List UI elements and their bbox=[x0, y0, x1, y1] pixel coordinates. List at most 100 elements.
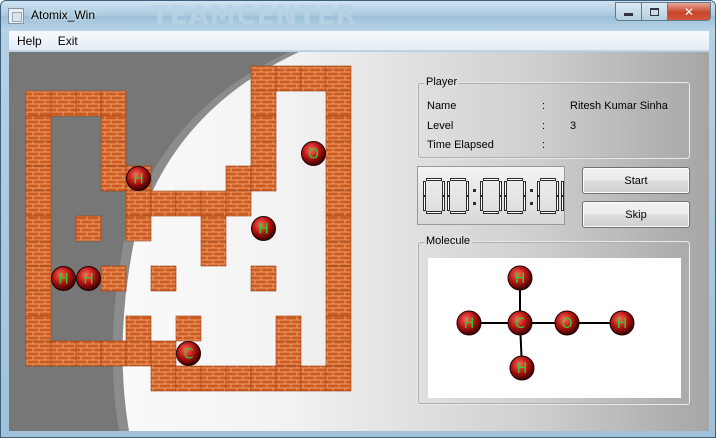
wall-brick bbox=[125, 315, 152, 342]
wall-brick bbox=[225, 190, 252, 217]
atom-symbol: H bbox=[133, 172, 144, 188]
player-level-row: Level : 3 bbox=[427, 120, 576, 132]
menu-bar: Help Exit bbox=[9, 31, 709, 51]
timer-colon-dot bbox=[530, 202, 533, 205]
molecule-preview: H H C O H H bbox=[428, 258, 681, 398]
timer-segment-inner bbox=[424, 197, 425, 210]
atom-o[interactable]: O bbox=[301, 141, 326, 166]
wall-brick bbox=[325, 215, 352, 242]
timer-segment-inner bbox=[538, 197, 539, 210]
wall-brick bbox=[200, 215, 227, 242]
molecule-atom-o: O bbox=[554, 310, 580, 336]
window-title: Atomix_Win bbox=[31, 8, 96, 22]
menu-exit[interactable]: Exit bbox=[50, 34, 86, 48]
wall-brick bbox=[200, 190, 227, 217]
wall-brick bbox=[250, 90, 277, 117]
timer-colon-dot bbox=[473, 189, 476, 192]
timer-segment-inner bbox=[451, 212, 465, 213]
wall-brick bbox=[325, 240, 352, 267]
wall-brick bbox=[250, 165, 277, 192]
atom-symbol: H bbox=[258, 222, 269, 238]
wall-brick bbox=[225, 165, 252, 192]
minimize-button[interactable] bbox=[615, 2, 641, 21]
molecule-atom-symbol: O bbox=[561, 316, 572, 332]
timer-segment-inner bbox=[524, 197, 525, 210]
atom-h[interactable]: H bbox=[76, 266, 101, 291]
wall-brick bbox=[325, 165, 352, 192]
close-icon: ✕ bbox=[683, 4, 695, 19]
timer-segment-inner bbox=[448, 182, 449, 195]
timer-segment-inner bbox=[508, 212, 522, 213]
wall-brick bbox=[25, 290, 52, 317]
player-level-value: 3 bbox=[570, 120, 577, 132]
wall-brick bbox=[325, 340, 352, 367]
timer-colon-dot bbox=[473, 202, 476, 205]
atom-symbol: H bbox=[83, 272, 94, 288]
timer-segment-inner bbox=[505, 197, 506, 210]
timer-segment-inner bbox=[443, 197, 444, 210]
timer-segment bbox=[540, 195, 556, 198]
wall-brick bbox=[325, 140, 352, 167]
atom-h[interactable]: H bbox=[126, 166, 151, 191]
timer-segment-inner bbox=[541, 179, 555, 180]
game-board[interactable]: HOHH HC bbox=[9, 52, 409, 431]
timer-segment-inner bbox=[451, 179, 465, 180]
molecule-atom-symbol: H bbox=[517, 361, 528, 377]
timer-segment bbox=[450, 195, 466, 198]
skip-button[interactable]: Skip bbox=[582, 201, 690, 228]
menu-help[interactable]: Help bbox=[9, 34, 50, 48]
wall-brick bbox=[25, 190, 52, 217]
menu-exit-label: Exit bbox=[57, 33, 78, 48]
atom-symbol: C bbox=[184, 347, 194, 363]
wall-brick bbox=[75, 90, 102, 117]
timer-segment-inner bbox=[505, 182, 506, 195]
atom-h[interactable]: H bbox=[51, 266, 76, 291]
wall-brick bbox=[250, 265, 277, 292]
wall-brick bbox=[250, 65, 277, 92]
wall-brick bbox=[200, 365, 227, 392]
timer-segment-inner bbox=[427, 212, 441, 213]
timer-segment-inner bbox=[424, 182, 425, 195]
timer-segment-inner bbox=[443, 182, 444, 195]
timer-segment-inner bbox=[508, 179, 522, 180]
title-watermark: TEAMCENTER bbox=[151, 1, 357, 31]
wall-brick bbox=[275, 340, 302, 367]
wall-brick bbox=[25, 215, 52, 242]
wall-brick bbox=[275, 65, 302, 92]
timer-segment-inner bbox=[562, 182, 563, 195]
wall-brick bbox=[150, 340, 177, 367]
timer-segment bbox=[483, 195, 499, 198]
wall-brick bbox=[125, 215, 152, 242]
wall-brick bbox=[300, 65, 327, 92]
timer-digits bbox=[423, 178, 583, 214]
wall-brick bbox=[250, 115, 277, 142]
minimize-icon bbox=[624, 13, 633, 16]
atom-h[interactable]: H bbox=[251, 216, 276, 241]
timer-segment-inner bbox=[448, 197, 449, 210]
wall-brick bbox=[25, 165, 52, 192]
wall-brick bbox=[25, 240, 52, 267]
close-button[interactable]: ✕ bbox=[667, 2, 711, 21]
menu-help-label: Help bbox=[17, 33, 42, 48]
client-area: HOHHHC Player Name : Ritesh Kumar Sinha … bbox=[9, 52, 709, 431]
start-button[interactable]: Start bbox=[582, 167, 690, 194]
skip-button-label: Skip bbox=[625, 208, 647, 221]
wall-brick bbox=[25, 340, 52, 367]
timer-segment-inner bbox=[481, 197, 482, 210]
atom-c[interactable]: C bbox=[176, 341, 201, 366]
wall-brick bbox=[50, 340, 77, 367]
wall-brick bbox=[250, 140, 277, 167]
player-time-label: Time Elapsed bbox=[427, 139, 494, 151]
title-bar[interactable]: Atomix_Win TEAMCENTER ✕ bbox=[1, 1, 715, 31]
elapsed-timer-display bbox=[417, 166, 583, 225]
timer-segment-inner bbox=[481, 182, 482, 195]
player-name-row: Name : Ritesh Kumar Sinha bbox=[427, 100, 668, 112]
timer-segment-inner bbox=[538, 182, 539, 195]
maximize-button[interactable] bbox=[641, 2, 667, 21]
wall-brick bbox=[225, 365, 252, 392]
wall-brick bbox=[25, 90, 52, 117]
wall-brick bbox=[175, 190, 202, 217]
molecule-diagram: H H C O H H bbox=[456, 265, 635, 381]
timer-segment-inner bbox=[467, 182, 468, 195]
app-window: Atomix_Win TEAMCENTER ✕ Help Exit H O H … bbox=[0, 0, 716, 438]
